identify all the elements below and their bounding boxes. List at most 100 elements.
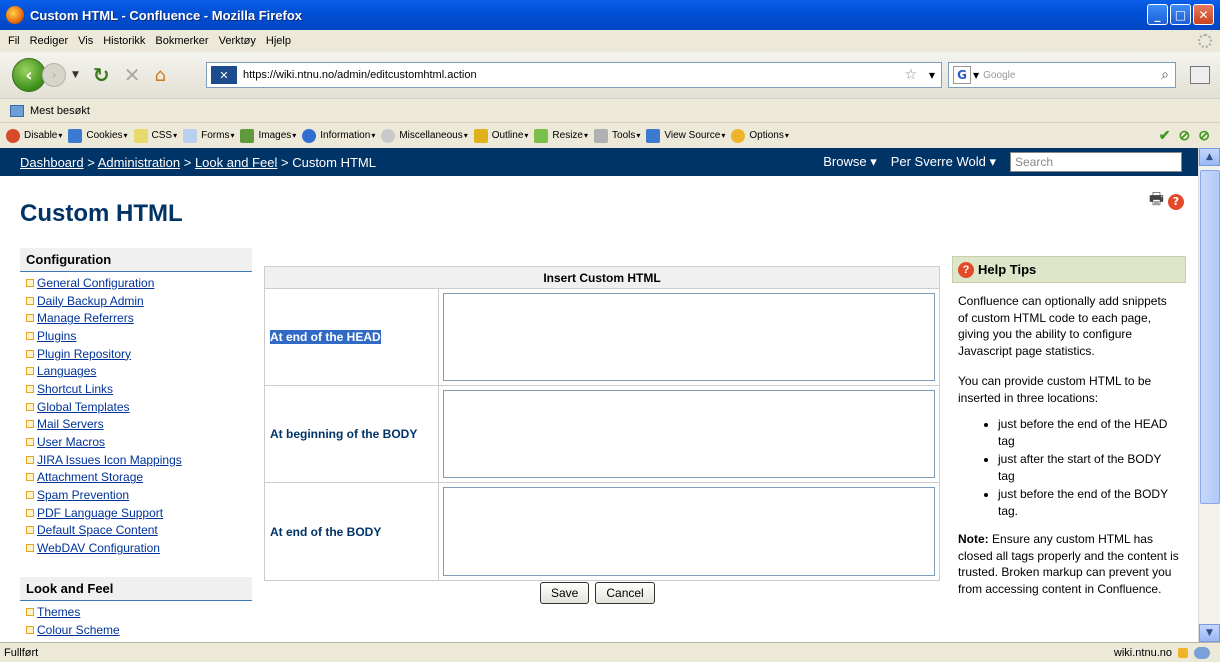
list-item: Attachment Storage: [26, 469, 252, 487]
menu-view[interactable]: Vis: [78, 35, 93, 47]
stop-icon[interactable]: ✕: [124, 63, 141, 87]
check-icon[interactable]: ✔: [1159, 127, 1171, 144]
bookmark-most-visited[interactable]: Mest besøkt: [30, 105, 90, 117]
nav-link[interactable]: General Configuration: [37, 276, 154, 290]
list-item: General Configuration: [26, 274, 252, 292]
devbar-outline[interactable]: Outline ▾: [473, 128, 528, 143]
cancel-button[interactable]: Cancel: [595, 582, 655, 604]
bookmark-star-icon[interactable]: ☆: [904, 67, 917, 83]
menu-tools[interactable]: Verktøy: [219, 35, 256, 47]
sidebar-icon[interactable]: [1190, 66, 1210, 84]
url-text[interactable]: https://wiki.ntnu.no/admin/editcustomhtm…: [243, 69, 477, 81]
cookies-icon: [68, 128, 83, 143]
back-button[interactable]: ‹: [12, 58, 46, 92]
resize-icon: [534, 128, 549, 143]
google-icon[interactable]: G: [953, 66, 971, 84]
menu-help[interactable]: Hjelp: [266, 35, 291, 47]
body-start-textarea[interactable]: [443, 390, 935, 478]
nav-link[interactable]: JIRA Issues Icon Mappings: [37, 453, 182, 467]
devbar-images[interactable]: Images ▾: [240, 128, 296, 143]
close-button[interactable]: ✕: [1193, 4, 1214, 25]
custom-html-form: Insert Custom HTML At end of the HEAD At…: [264, 266, 940, 581]
scroll-thumb[interactable]: [1200, 170, 1220, 504]
url-dropdown-icon[interactable]: ▼: [929, 71, 935, 80]
nav-link[interactable]: Spam Prevention: [37, 488, 129, 502]
browse-menu[interactable]: Browse ▾: [823, 154, 877, 170]
list-item: Shortcut Links: [26, 380, 252, 398]
home-icon[interactable]: ⌂: [154, 65, 165, 86]
devbar-cookies[interactable]: Cookies ▾: [68, 128, 128, 143]
menu-file[interactable]: Fil: [8, 35, 20, 47]
help-icon[interactable]: ?: [1168, 193, 1184, 210]
menu-edit[interactable]: Rediger: [30, 35, 69, 47]
status-host: wiki.ntnu.no: [1113, 646, 1172, 659]
nav-link[interactable]: Themes: [37, 605, 80, 619]
search-bar[interactable]: G ▼ Google ⌕: [948, 62, 1176, 88]
user-menu[interactable]: Per Sverre Wold ▾: [891, 154, 996, 170]
status-ok-icon-2[interactable]: ⊘: [1198, 127, 1210, 144]
breadcrumb-look-and-feel[interactable]: Look and Feel: [195, 155, 277, 170]
devbar-resize[interactable]: Resize ▾: [534, 128, 588, 143]
reload-icon[interactable]: ↻: [93, 63, 110, 87]
list-item: Default Space Content: [26, 522, 252, 540]
nav-link[interactable]: Mail Servers: [37, 417, 104, 431]
search-placeholder[interactable]: Google: [983, 70, 1015, 81]
field-label: At end of the HEAD: [265, 289, 439, 385]
devbar-css[interactable]: CSS ▾: [133, 128, 177, 143]
menu-bookmarks[interactable]: Bokmerker: [155, 35, 208, 47]
head-end-textarea[interactable]: [443, 293, 935, 381]
look-and-feel-heading: Look and Feel: [20, 577, 252, 601]
bookmarks-toolbar: Mest besøkt: [0, 98, 1220, 122]
devbar-view-source[interactable]: View Source ▾: [646, 128, 725, 143]
breadcrumb-dashboard[interactable]: Dashboard: [20, 155, 84, 170]
devbar-options[interactable]: Options ▾: [731, 128, 789, 143]
minimize-button[interactable]: _: [1147, 4, 1168, 25]
list-item: Languages: [26, 362, 252, 380]
breadcrumb-administration[interactable]: Administration: [98, 155, 180, 170]
site-identity-icon[interactable]: ✕: [211, 66, 237, 84]
forward-button[interactable]: ›: [42, 63, 66, 87]
body-end-textarea[interactable]: [443, 487, 935, 576]
admin-sidebar: Configuration General Configuration Dail…: [20, 248, 252, 638]
nav-link[interactable]: Languages: [37, 364, 96, 378]
history-dropdown-icon[interactable]: ▼: [72, 70, 79, 80]
confluence-search-input[interactable]: Search: [1010, 152, 1182, 172]
devbar-disable[interactable]: Disable ▾: [6, 128, 62, 143]
menu-history[interactable]: Historikk: [103, 35, 145, 47]
scroll-down-icon[interactable]: ▼: [1199, 624, 1220, 642]
search-engine-dropdown-icon[interactable]: ▼: [973, 71, 979, 80]
devbar-tools[interactable]: Tools ▾: [594, 128, 640, 143]
save-button[interactable]: Save: [540, 582, 590, 604]
nav-link[interactable]: Global Templates: [37, 400, 130, 414]
nav-link[interactable]: User Macros: [37, 435, 105, 449]
nav-link[interactable]: Plugin Repository: [37, 347, 131, 361]
help-note: Note: Ensure any custom HTML has closed …: [958, 532, 1179, 596]
list-item: Spam Prevention: [26, 486, 252, 504]
scroll-up-icon[interactable]: ▲: [1199, 148, 1220, 166]
page-content: Custom HTML 🖶 ? Configuration General Co…: [0, 176, 1198, 642]
addon-icon[interactable]: [1194, 646, 1210, 659]
status-ok-icon[interactable]: ⊘: [1179, 127, 1191, 144]
lock-icon[interactable]: [1178, 647, 1188, 658]
devbar-miscellaneous[interactable]: Miscellaneous ▾: [381, 128, 468, 143]
nav-link[interactable]: Default Space Content: [37, 523, 158, 537]
nav-link[interactable]: Attachment Storage: [37, 470, 143, 484]
nav-link[interactable]: PDF Language Support: [37, 506, 163, 520]
nav-link[interactable]: Shortcut Links: [37, 382, 113, 396]
url-bar[interactable]: ✕ https://wiki.ntnu.no/admin/editcustomh…: [206, 62, 942, 88]
vertical-scrollbar[interactable]: ▲ ▼: [1198, 148, 1220, 642]
nav-link[interactable]: WebDAV Configuration: [37, 541, 160, 555]
nav-link[interactable]: Manage Referrers: [37, 311, 134, 325]
print-icon[interactable]: 🖶: [1149, 188, 1164, 215]
nav-link[interactable]: Daily Backup Admin: [37, 294, 144, 308]
tools-icon: [594, 128, 609, 143]
form-row-body-start: At beginning of the BODY: [265, 386, 939, 483]
devbar-information[interactable]: Information ▾: [302, 128, 375, 143]
nav-link[interactable]: Plugins: [37, 329, 76, 343]
field-label: At end of the BODY: [265, 483, 439, 580]
breadcrumb-current: Custom HTML: [292, 154, 376, 170]
nav-link[interactable]: Colour Scheme: [37, 623, 120, 637]
devbar-forms[interactable]: Forms ▾: [183, 128, 234, 143]
search-icon[interactable]: ⌕: [1161, 67, 1169, 83]
maximize-button[interactable]: □: [1170, 4, 1191, 25]
